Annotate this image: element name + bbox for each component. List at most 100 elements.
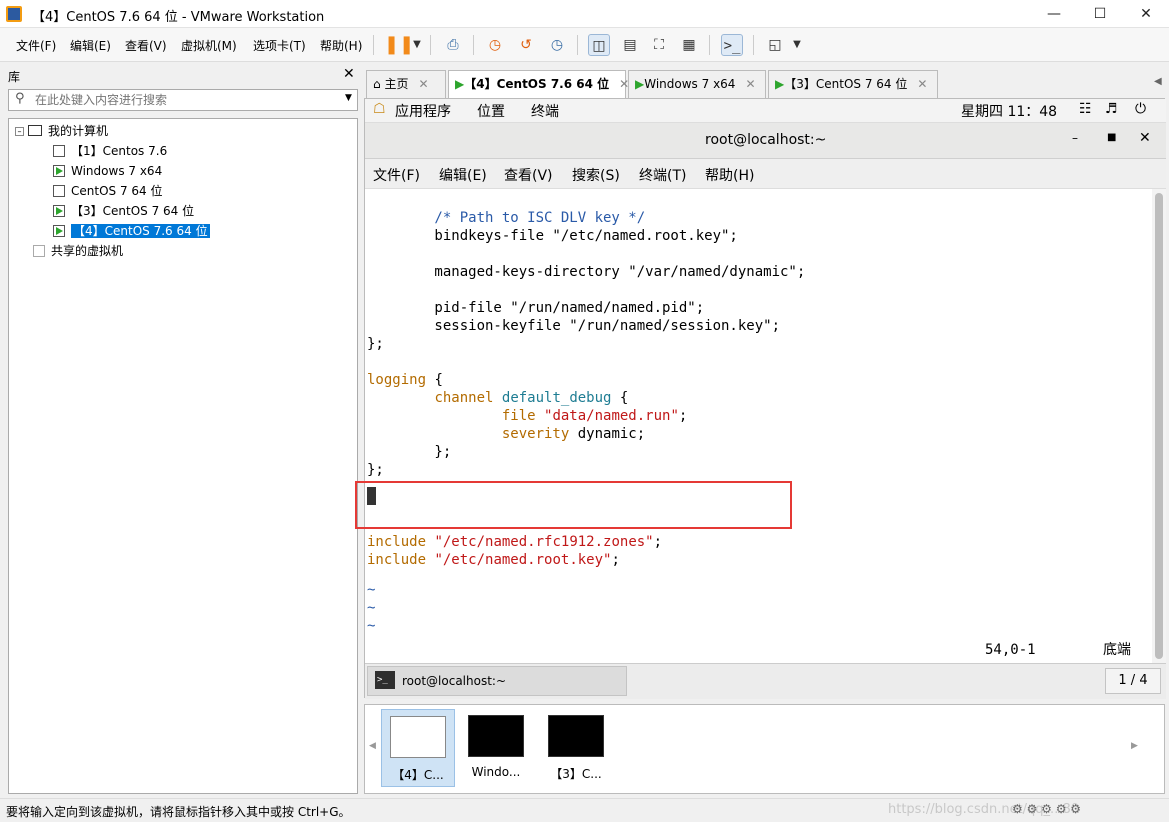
tab-label: Windows 7 x64 — [644, 77, 736, 91]
close-tab-icon[interactable]: ✕ — [418, 77, 428, 91]
unity-icon[interactable]: ▦ — [678, 34, 700, 56]
revert-snapshot-icon[interactable]: ↺ — [515, 34, 537, 56]
empty-line-marker: ~ — [367, 618, 376, 634]
maximize-icon[interactable]: ■ — [1107, 132, 1116, 143]
vim-cursor-position: 54,0-1 — [985, 642, 1036, 658]
tree-item-vm-3[interactable]: CentOS 7 64 位 — [53, 181, 162, 201]
tab-scroll-icon[interactable]: ◀ — [1154, 76, 1162, 87]
close-icon[interactable]: ✕ — [1139, 130, 1151, 146]
code-line: file "data/named.run"; — [501, 408, 688, 424]
terminal-menu-terminal[interactable]: 终端(T) — [639, 165, 686, 185]
status-bar: 要将输入定向到该虚拟机，请将鼠标指针移入其中或按 Ctrl+G。 https:/… — [0, 798, 1169, 822]
thumbnail-vm-3[interactable]: 【3】C... — [539, 709, 613, 787]
gnome-window-list: >_ root@localhost:~ 1 / 4 — [365, 663, 1166, 699]
terminal-menu-search[interactable]: 搜索(S) — [572, 165, 620, 185]
minimize-icon[interactable]: – — [1072, 131, 1078, 145]
maximize-icon[interactable]: ☐ — [1077, 0, 1123, 28]
tree-item-vm-4[interactable]: 【3】CentOS 7 64 位 — [53, 201, 194, 221]
tree-item-my-computer[interactable]: – 我的计算机 — [15, 121, 108, 141]
pause-icon[interactable]: ❚❚ — [384, 34, 414, 56]
terminal-scrollbar[interactable] — [1152, 189, 1166, 663]
empty-line-marker: ~ — [367, 582, 376, 598]
tree-item-shared-vms[interactable]: 共享的虚拟机 — [33, 241, 123, 261]
fullscreen-icon[interactable]: ⛶ — [648, 34, 670, 56]
terminal-menu-edit[interactable]: 编辑(E) — [439, 165, 487, 185]
thumbnail-windows-7[interactable]: Windo... — [459, 709, 533, 787]
snapshot-manager-icon[interactable]: ◷ — [546, 34, 568, 56]
workspace-indicator[interactable]: 1 / 4 — [1105, 668, 1161, 694]
console-view-icon[interactable]: >_ — [721, 34, 743, 56]
tree-item-vm-1[interactable]: 【1】Centos 7.6 — [53, 141, 167, 161]
terminal-content[interactable]: /* Path to ISC DLV key */ bindkeys-file … — [355, 189, 1152, 663]
menu-edit[interactable]: 编辑(E) — [70, 37, 111, 54]
tab-home[interactable]: ⌂ 主页 ✕ — [366, 70, 446, 98]
tab-label: 【4】CentOS 7.6 64 位 — [464, 77, 610, 91]
chevron-down-icon[interactable]: ▼ — [406, 34, 428, 56]
scroll-left-icon[interactable]: ◀ — [369, 741, 376, 751]
gnome-apps-menu[interactable]: 应用程序 — [395, 101, 451, 121]
close-library-icon[interactable]: ✕ — [343, 66, 355, 82]
vim-scroll-position: 底端 — [1103, 642, 1131, 658]
collapse-icon[interactable]: – — [15, 127, 24, 136]
toolbar-separator — [577, 35, 578, 55]
gnome-clock[interactable]: 星期四 11：48 — [961, 101, 1057, 121]
thumbnail-label: 【3】C... — [550, 767, 602, 781]
menu-help[interactable]: 帮助(H) — [320, 37, 362, 54]
thumbnail-bar-icon[interactable]: ▤ — [619, 34, 641, 56]
chevron-down-icon[interactable]: ▼ — [786, 34, 808, 56]
send-keys-icon[interactable]: ⎙ — [442, 34, 464, 56]
code-line: severity dynamic; — [501, 426, 646, 442]
scroll-right-icon[interactable]: ▶ — [1131, 741, 1138, 751]
stretch-guest-icon[interactable]: ◱ — [764, 34, 786, 56]
thumbnail-vm-4[interactable]: 【4】C... — [381, 709, 455, 787]
gnome-terminal-menu[interactable]: 终端 — [531, 101, 559, 121]
minimize-icon[interactable]: — — [1031, 0, 1077, 28]
gnome-places-menu[interactable]: 位置 — [477, 101, 505, 121]
highlight-box — [355, 481, 792, 529]
status-message: 要将输入定向到该虚拟机，请将鼠标指针移入其中或按 Ctrl+G。 — [6, 805, 351, 819]
snapshot-icon[interactable]: ◷ — [484, 34, 506, 56]
terminal-menu-file[interactable]: 文件(F) — [373, 165, 420, 185]
toolbar-separator — [373, 35, 374, 55]
library-search-box[interactable]: ⚲ ▼ — [8, 89, 358, 111]
close-tab-icon[interactable]: ✕ — [745, 77, 755, 91]
window-list-item[interactable]: >_ root@localhost:~ — [367, 666, 627, 696]
tab-label: 主页 — [384, 77, 409, 91]
vmware-app-icon — [6, 6, 22, 22]
menu-view[interactable]: 查看(V) — [125, 37, 167, 54]
terminal-menu-help[interactable]: 帮助(H) — [705, 165, 754, 185]
vm-running-icon: ▶ — [455, 77, 465, 91]
tree-item-vm-5[interactable]: 【4】CentOS 7.6 64 位 — [53, 221, 210, 241]
apps-menu-icon[interactable]: ☖ — [373, 101, 386, 117]
vm-console[interactable]: ☖ 应用程序 位置 终端 星期四 11：48 ☷ ♬ ⏻ root@localh… — [355, 98, 1166, 699]
thumbnail-label: Windo... — [471, 765, 521, 779]
tab-centos-3[interactable]: ▶【3】CentOS 7 64 位 ✕ — [768, 70, 938, 98]
search-icon: ⚲ — [15, 91, 25, 106]
terminal-menu-view[interactable]: 查看(V) — [504, 165, 553, 185]
power-icon[interactable]: ⏻ — [1135, 101, 1146, 117]
thumbnail-image — [548, 715, 604, 757]
title-bar: 【4】CentOS 7.6 64 位 - VMware Workstation … — [0, 0, 1169, 28]
menu-tabs[interactable]: 选项卡(T) — [253, 37, 306, 54]
vm-running-icon — [53, 225, 65, 237]
tab-strip: ⌂ 主页 ✕ ▶【4】CentOS 7.6 64 位 ✕ ▶Windows 7 x6… — [364, 68, 1169, 98]
code-line: channel default_debug { — [434, 390, 629, 406]
tab-windows-7[interactable]: ▶Windows 7 x64 ✕ — [628, 70, 766, 98]
search-input[interactable] — [35, 91, 335, 109]
toolbar-separator — [473, 35, 474, 55]
vm-running-icon: ▶ — [775, 77, 785, 91]
scrollbar-thumb[interactable] — [1155, 193, 1163, 659]
chevron-down-icon[interactable]: ▼ — [345, 93, 352, 103]
tree-item-vm-2[interactable]: Windows 7 x64 — [53, 161, 162, 181]
network-icon[interactable]: ☷ — [1079, 101, 1092, 117]
show-library-icon[interactable]: ◫ — [588, 34, 610, 56]
vm-scrollbar-arrow[interactable] — [1160, 98, 1166, 106]
close-tab-icon[interactable]: ✕ — [917, 77, 927, 91]
close-icon[interactable]: ✕ — [1123, 0, 1169, 28]
menu-vm[interactable]: 虚拟机(M) — [181, 37, 237, 54]
library-panel: 库 ✕ ⚲ ▼ – 我的计算机 【1】Centos 7.6 Windows 7 x… — [0, 62, 362, 798]
volume-icon[interactable]: ♬ — [1105, 101, 1118, 117]
tab-centos-4[interactable]: ▶【4】CentOS 7.6 64 位 ✕ — [448, 70, 629, 98]
menu-file[interactable]: 文件(F) — [16, 37, 56, 54]
device-icons[interactable]: ⚙ ⚙ ⚙ ⚙ ⚙ — [1012, 802, 1081, 816]
